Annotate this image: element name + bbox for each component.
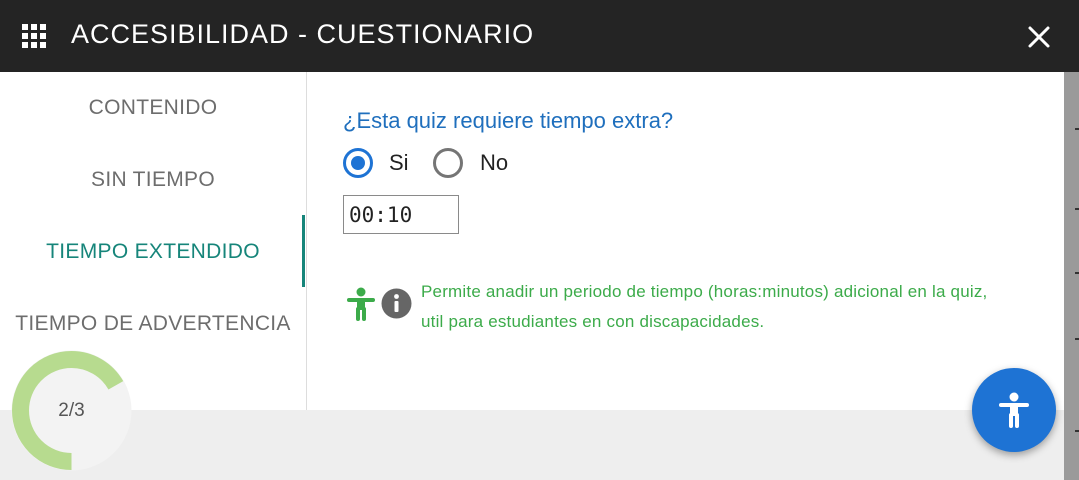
sidebar-item-contenido[interactable]: CONTENIDO xyxy=(0,96,306,120)
accessibility-icon xyxy=(999,392,1029,428)
progress-label: 2/3 xyxy=(58,400,85,421)
radio-no[interactable] xyxy=(433,148,463,178)
question-text: ¿Esta quiz requiere tiempo extra? xyxy=(343,108,674,133)
grid-menu-icon[interactable] xyxy=(22,24,46,48)
sidebar-item-tiempo-extendido[interactable]: TIEMPO EXTENDIDO xyxy=(0,240,306,264)
dialog-header: ACCESIBILIDAD - CUESTIONARIO xyxy=(0,0,1079,72)
info-icon xyxy=(381,288,412,319)
time-input[interactable] xyxy=(343,195,459,234)
close-icon[interactable] xyxy=(1024,22,1054,52)
sidebar-item-sin-tiempo[interactable]: SIN TIEMPO xyxy=(0,168,306,192)
radio-si[interactable] xyxy=(343,148,373,178)
active-tab-indicator xyxy=(302,215,305,287)
sidebar-item-tiempo-de-advertencia[interactable]: TIEMPO DE ADVERTENCIA xyxy=(0,312,306,336)
radio-no-label[interactable]: No xyxy=(480,150,508,176)
help-text: Permite anadir un periodo de tiempo (hor… xyxy=(421,282,988,331)
accessibility-fab[interactable] xyxy=(972,368,1056,452)
accessibility-icon xyxy=(347,287,375,321)
background-page-edge xyxy=(1064,72,1079,480)
dialog-title: ACCESIBILIDAD - CUESTIONARIO xyxy=(71,19,535,49)
dialog-footer xyxy=(0,410,1064,480)
radio-si-label[interactable]: Si xyxy=(389,150,409,176)
